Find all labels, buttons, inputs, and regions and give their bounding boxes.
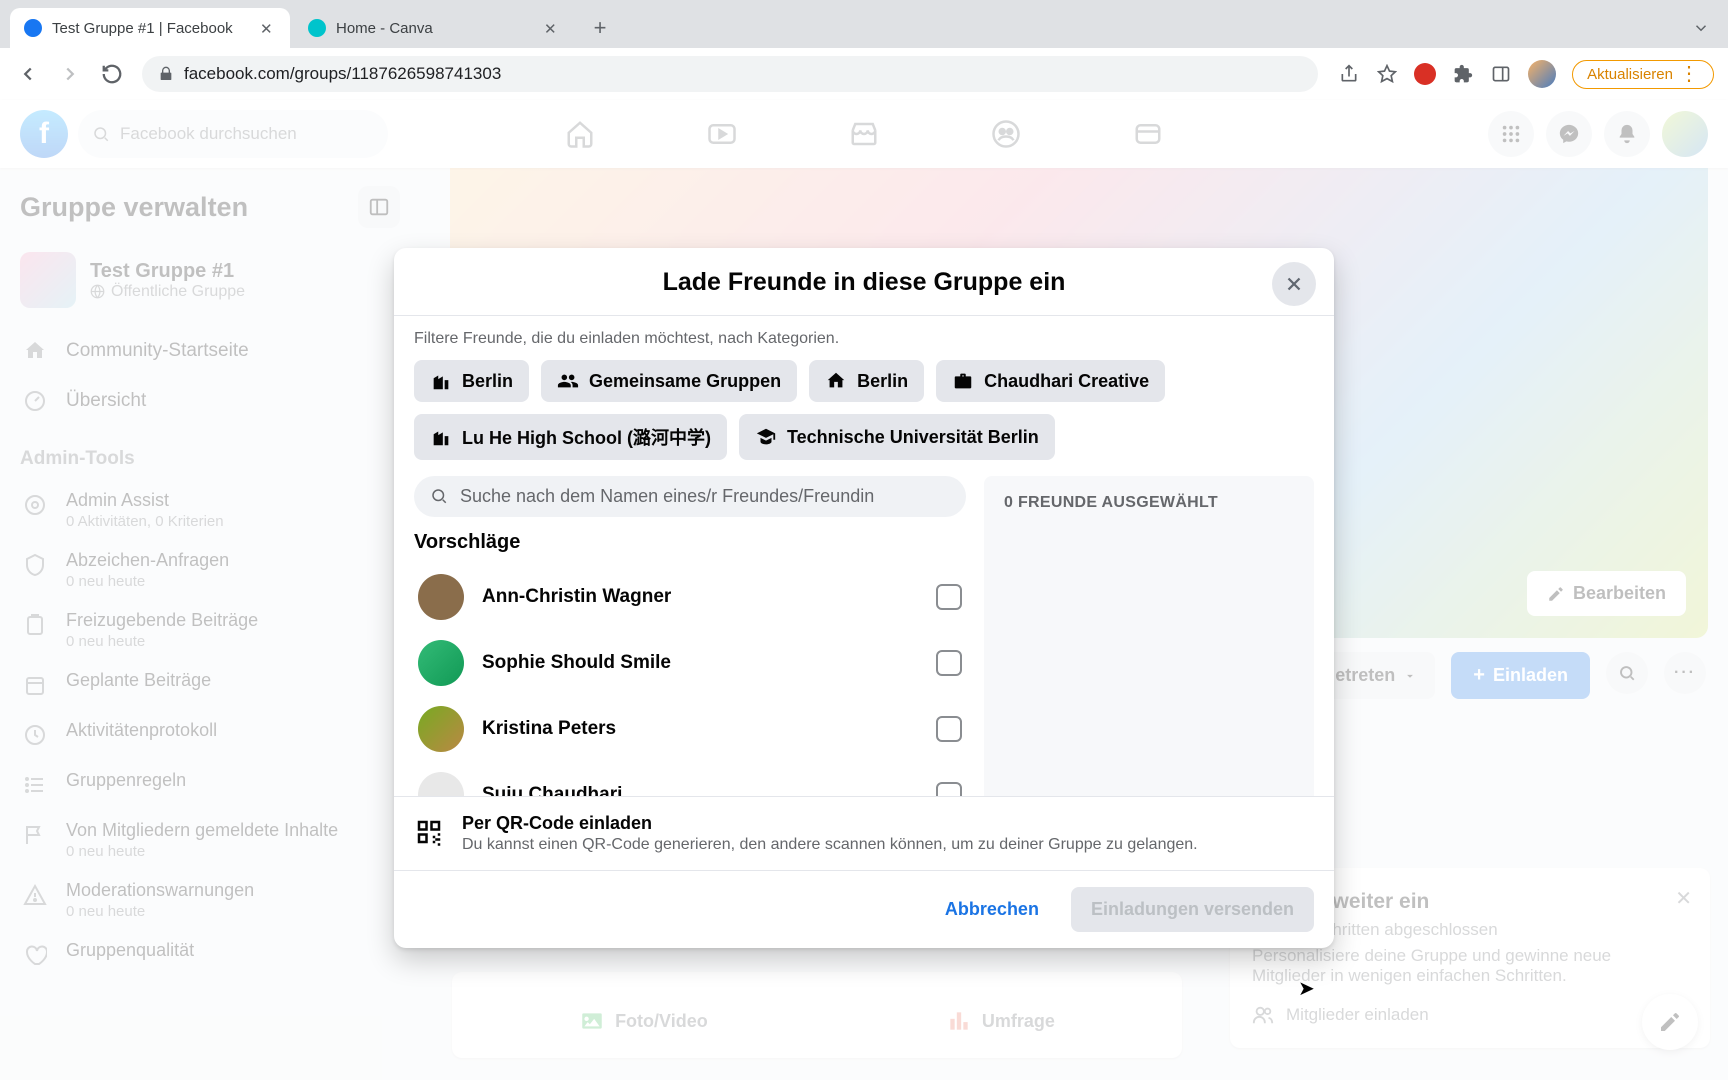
chip-common-groups[interactable]: Gemeinsame Gruppen xyxy=(541,360,797,402)
friend-name: Sophie Should Smile xyxy=(482,652,918,674)
cancel-button[interactable]: Abbrechen xyxy=(927,887,1057,932)
favicon-canva xyxy=(308,19,326,37)
tab-title: Test Gruppe #1 | Facebook xyxy=(52,20,250,37)
close-icon[interactable]: ✕ xyxy=(260,20,276,36)
extensions-icon[interactable] xyxy=(1452,63,1474,85)
friend-name: Suju Chaudhari xyxy=(482,784,918,796)
search-icon xyxy=(430,487,448,505)
groups-icon xyxy=(557,370,579,392)
reload-button[interactable] xyxy=(98,60,126,88)
city-icon xyxy=(430,370,452,392)
chevron-down-icon[interactable] xyxy=(1692,19,1710,37)
profile-avatar[interactable] xyxy=(1528,60,1556,88)
qr-code-icon xyxy=(414,817,444,847)
url-field[interactable]: facebook.com/groups/1187626598741303 xyxy=(142,56,1318,92)
friend-avatar xyxy=(418,640,464,686)
suggestion-row[interactable]: Ann-Christin Wagner xyxy=(414,564,966,630)
selected-panel: 0 FREUNDE AUSGEWÄHLT xyxy=(984,476,1314,796)
friend-checkbox[interactable] xyxy=(936,584,962,610)
suggestion-row[interactable]: Suju Chaudhari xyxy=(414,762,966,796)
address-bar: facebook.com/groups/1187626598741303 Akt… xyxy=(0,48,1728,100)
suggestion-row[interactable]: Sophie Should Smile xyxy=(414,630,966,696)
briefcase-icon xyxy=(952,370,974,392)
suggestion-row[interactable]: Kristina Peters xyxy=(414,696,966,762)
chip-school-tu-berlin[interactable]: Technische Universität Berlin xyxy=(739,414,1055,460)
forward-button[interactable] xyxy=(56,60,84,88)
school-icon xyxy=(755,426,777,448)
friend-name: Kristina Peters xyxy=(482,718,918,740)
update-button[interactable]: Aktualisieren⋮ xyxy=(1572,60,1714,89)
friend-avatar xyxy=(418,574,464,620)
sidepanel-icon[interactable] xyxy=(1490,63,1512,85)
browser-chrome: Test Gruppe #1 | Facebook ✕ Home - Canva… xyxy=(0,0,1728,100)
star-icon[interactable] xyxy=(1376,63,1398,85)
suggestions-heading: Vorschläge xyxy=(414,531,966,554)
lock-icon xyxy=(158,66,174,82)
friend-name: Ann-Christin Wagner xyxy=(482,586,918,608)
extension-adblock-icon[interactable] xyxy=(1414,63,1436,85)
tab-facebook[interactable]: Test Gruppe #1 | Facebook ✕ xyxy=(10,8,290,48)
chip-city-berlin[interactable]: Berlin xyxy=(414,360,529,402)
url-text: facebook.com/groups/1187626598741303 xyxy=(184,64,501,84)
favicon-facebook xyxy=(24,19,42,37)
modal-title: Lade Freunde in diese Gruppe ein xyxy=(394,268,1334,297)
qr-invite-row[interactable]: Per QR-Code einladen Du kannst einen QR-… xyxy=(394,796,1334,870)
share-icon[interactable] xyxy=(1338,63,1360,85)
friend-checkbox[interactable] xyxy=(936,716,962,742)
mouse-cursor: ➤ xyxy=(1298,976,1315,1001)
close-icon xyxy=(1283,273,1305,295)
friend-search-placeholder: Suche nach dem Namen eines/r Freundes/Fr… xyxy=(460,486,874,507)
tab-title: Home - Canva xyxy=(336,20,534,37)
new-tab-button[interactable]: + xyxy=(584,12,616,44)
send-invites-button[interactable]: Einladungen versenden xyxy=(1071,887,1314,932)
home-icon xyxy=(825,370,847,392)
friend-search-input[interactable]: Suche nach dem Namen eines/r Freundes/Fr… xyxy=(414,476,966,517)
suggestions-list: Ann-Christin Wagner Sophie Should Smile … xyxy=(414,564,966,796)
chip-school-luhe[interactable]: Lu He High School (潞河中学) xyxy=(414,414,727,460)
friend-avatar xyxy=(418,772,464,796)
modal-footer: Abbrechen Einladungen versenden xyxy=(394,870,1334,948)
filter-hint: Filtere Freunde, die du einladen möchtes… xyxy=(414,330,1314,348)
friend-checkbox[interactable] xyxy=(936,782,962,796)
tab-bar: Test Gruppe #1 | Facebook ✕ Home - Canva… xyxy=(0,0,1728,48)
selected-count: 0 FREUNDE AUSGEWÄHLT xyxy=(1004,494,1294,512)
qr-subtitle: Du kannst einen QR-Code generieren, den … xyxy=(462,836,1198,854)
filter-chips: Berlin Gemeinsame Gruppen Berlin Chaudha… xyxy=(414,360,1314,460)
invite-friends-modal: Lade Freunde in diese Gruppe ein Filtere… xyxy=(394,248,1334,948)
chip-work-chaudhari[interactable]: Chaudhari Creative xyxy=(936,360,1165,402)
qr-title: Per QR-Code einladen xyxy=(462,813,1198,834)
toolbar-right: Aktualisieren⋮ xyxy=(1338,60,1714,89)
chip-home-berlin[interactable]: Berlin xyxy=(809,360,924,402)
school-icon xyxy=(430,426,452,448)
friend-avatar xyxy=(418,706,464,752)
tab-canva[interactable]: Home - Canva ✕ xyxy=(294,8,574,48)
close-icon[interactable]: ✕ xyxy=(544,20,560,36)
close-button[interactable] xyxy=(1272,262,1316,306)
friend-checkbox[interactable] xyxy=(936,650,962,676)
back-button[interactable] xyxy=(14,60,42,88)
modal-header: Lade Freunde in diese Gruppe ein xyxy=(394,248,1334,316)
